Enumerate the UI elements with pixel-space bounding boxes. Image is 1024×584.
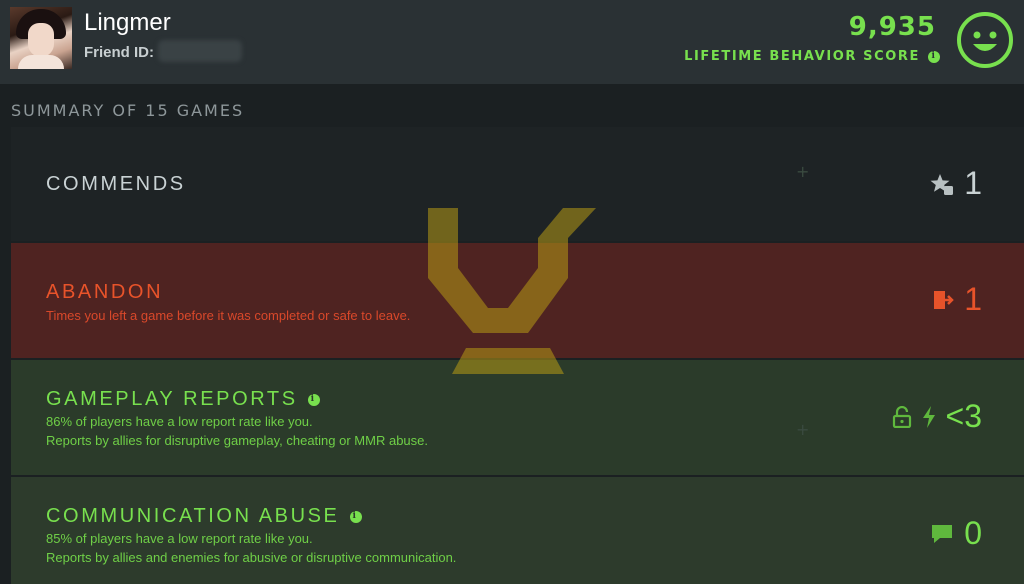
communication-abuse-value-group: 0 [930, 515, 982, 552]
lock-icon [892, 405, 911, 428]
communication-abuse-stat: 85% of players have a low report rate li… [46, 531, 313, 546]
gameplay-reports-value: <3 [945, 398, 982, 434]
lightning-icon [922, 405, 935, 428]
gameplay-reports-detail: Reports by allies for disruptive gamepla… [46, 433, 428, 448]
communication-abuse-description: 85% of players have a low report rate li… [46, 529, 456, 567]
profile-header: Lingmer Friend ID: 9,935 LIFETIME BEHAVI… [0, 0, 1024, 84]
commends-value: 1 [964, 165, 982, 201]
gameplay-reports-value-group: <3 [892, 398, 982, 435]
communication-abuse-value: 0 [964, 515, 982, 551]
info-icon[interactable]: i [349, 510, 362, 523]
abandon-description: Times you left a game before it was comp… [46, 308, 411, 323]
abandon-value-group: 1 [932, 281, 982, 318]
communication-abuse-title: COMMUNICATION ABUSE [46, 505, 340, 527]
gameplay-reports-description: 86% of players have a low report rate li… [46, 412, 428, 450]
behavior-score-label: LIFETIME BEHAVIOR SCORE i [684, 49, 940, 64]
watermark-emblem-icon [428, 208, 596, 374]
gameplay-reports-title-group: GAMEPLAY REPORTS i [46, 388, 320, 411]
commends-value-group: 1 [930, 165, 982, 202]
gameplay-reports-title: GAMEPLAY REPORTS [46, 388, 298, 410]
gameplay-reports-row: GAMEPLAY REPORTS i 86% of players have a… [11, 360, 1024, 475]
chat-bubble-icon [932, 524, 953, 543]
communication-abuse-detail: Reports by allies and enemies for abusiv… [46, 550, 457, 565]
gameplay-reports-stat: 86% of players have a low report rate li… [46, 414, 313, 429]
info-icon[interactable]: i [928, 50, 940, 63]
smiley-face-icon [957, 12, 1013, 68]
decorative-sparkle-icon: + [796, 162, 810, 181]
star-thumb-icon [930, 173, 954, 195]
avatar[interactable] [10, 7, 72, 69]
avatar-face [28, 23, 54, 57]
summary-title: SUMMARY OF 15 GAMES [11, 101, 245, 120]
commends-title: COMMENDS [46, 173, 186, 195]
info-icon[interactable]: i [307, 393, 320, 406]
communication-abuse-title-group: COMMUNICATION ABUSE i [46, 505, 362, 528]
decorative-sparkle-icon: + [796, 420, 810, 439]
abandon-title: ABANDON [46, 281, 164, 303]
friend-id-label: Friend ID: [84, 44, 154, 61]
behavior-score: 9,935 [848, 12, 936, 42]
behavior-score-label-text: LIFETIME BEHAVIOR SCORE [684, 49, 920, 64]
communication-abuse-row: COMMUNICATION ABUSE i 85% of players hav… [11, 477, 1024, 584]
username: Lingmer [84, 9, 171, 36]
friend-id-value-redacted [158, 40, 242, 62]
abandon-value: 1 [964, 281, 982, 317]
exit-door-icon [934, 290, 954, 309]
avatar-body [18, 55, 64, 69]
